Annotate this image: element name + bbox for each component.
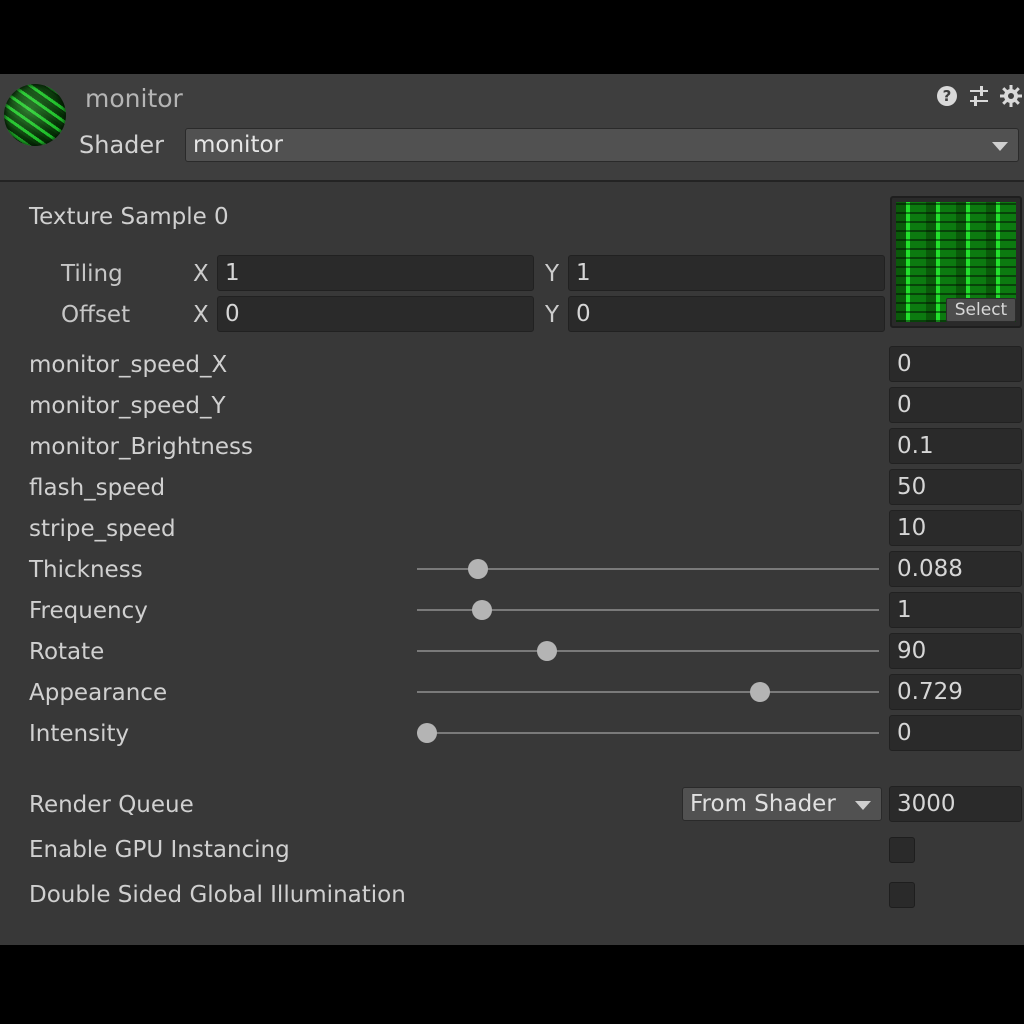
slider-field-rotate[interactable]: 90 bbox=[889, 633, 1022, 669]
settings-gear-icon[interactable] bbox=[998, 83, 1024, 109]
texture-sample-label: Texture Sample 0 bbox=[29, 204, 229, 230]
offset-x-field[interactable]: 0 bbox=[217, 296, 534, 332]
offset-y-axis-label: Y bbox=[545, 302, 560, 328]
property-field-monitor-brightness[interactable]: 0.1 bbox=[889, 428, 1022, 464]
tiling-x-axis-label: X bbox=[193, 261, 209, 287]
shader-value: monitor bbox=[193, 132, 283, 158]
shader-dropdown[interactable]: monitor bbox=[185, 128, 1019, 162]
property-label-monitor-brightness: monitor_Brightness bbox=[29, 434, 254, 460]
slider-knob-intensity[interactable] bbox=[417, 723, 437, 743]
tiling-label: Tiling bbox=[61, 261, 123, 287]
slider-knob-appearance[interactable] bbox=[749, 682, 770, 702]
double-sided-gi-checkbox[interactable] bbox=[889, 882, 915, 908]
header-icons: ? bbox=[934, 82, 1024, 110]
texture-thumbnail[interactable]: Select bbox=[890, 196, 1022, 328]
chevron-down-icon bbox=[992, 142, 1008, 151]
material-title: monitor bbox=[85, 84, 183, 113]
slider-track-appearance[interactable] bbox=[417, 691, 879, 693]
preset-sliders-icon[interactable] bbox=[966, 83, 992, 109]
tiling-x-field[interactable]: 1 bbox=[217, 255, 534, 291]
slider-track-rotate[interactable] bbox=[417, 650, 879, 652]
svg-text:?: ? bbox=[943, 87, 952, 105]
material-inspector: monitor ? Shader monitor Texture Sample … bbox=[0, 74, 1024, 945]
shader-label: Shader bbox=[79, 131, 165, 159]
offset-label: Offset bbox=[61, 302, 131, 328]
property-label-monitor-speed-y: monitor_speed_Y bbox=[29, 393, 226, 419]
slider-knob-rotate[interactable] bbox=[537, 641, 558, 661]
tiling-y-field[interactable]: 1 bbox=[568, 255, 885, 291]
render-queue-field[interactable]: 3000 bbox=[889, 786, 1022, 822]
slider-track-intensity[interactable] bbox=[417, 732, 879, 734]
property-field-monitor-speed-x[interactable]: 0 bbox=[889, 346, 1022, 382]
offset-y-field[interactable]: 0 bbox=[568, 296, 885, 332]
slider-label-frequency: Frequency bbox=[29, 598, 148, 624]
help-icon[interactable]: ? bbox=[934, 83, 960, 109]
slider-field-appearance[interactable]: 0.729 bbox=[889, 674, 1022, 710]
render-queue-dropdown[interactable]: From Shader bbox=[682, 787, 882, 821]
slider-knob-frequency[interactable] bbox=[472, 600, 493, 620]
property-field-flash-speed[interactable]: 50 bbox=[889, 469, 1022, 505]
slider-field-intensity[interactable]: 0 bbox=[889, 715, 1022, 751]
slider-field-frequency[interactable]: 1 bbox=[889, 592, 1022, 628]
texture-select-button[interactable]: Select bbox=[946, 298, 1016, 322]
gpu-instancing-label: Enable GPU Instancing bbox=[29, 837, 290, 863]
property-label-flash-speed: flash_speed bbox=[29, 475, 166, 501]
render-queue-mode: From Shader bbox=[690, 791, 836, 817]
double-sided-gi-label: Double Sided Global Illumination bbox=[29, 882, 406, 908]
property-field-monitor-speed-y[interactable]: 0 bbox=[889, 387, 1022, 423]
property-label-monitor-speed-x: monitor_speed_X bbox=[29, 352, 228, 378]
chevron-down-icon bbox=[855, 801, 871, 810]
property-field-stripe-speed[interactable]: 10 bbox=[889, 510, 1022, 546]
material-sphere-icon bbox=[4, 84, 66, 146]
render-queue-label: Render Queue bbox=[29, 792, 194, 818]
slider-knob-thickness[interactable] bbox=[467, 559, 488, 579]
property-label-stripe-speed: stripe_speed bbox=[29, 516, 176, 542]
slider-label-intensity: Intensity bbox=[29, 721, 130, 747]
slider-label-appearance: Appearance bbox=[29, 680, 168, 706]
slider-field-thickness[interactable]: 0.088 bbox=[889, 551, 1022, 587]
gpu-instancing-checkbox[interactable] bbox=[889, 837, 915, 863]
slider-label-thickness: Thickness bbox=[29, 557, 143, 583]
tiling-y-axis-label: Y bbox=[545, 261, 560, 287]
slider-label-rotate: Rotate bbox=[29, 639, 105, 665]
offset-x-axis-label: X bbox=[193, 302, 209, 328]
material-header: monitor ? Shader monitor bbox=[0, 74, 1024, 182]
